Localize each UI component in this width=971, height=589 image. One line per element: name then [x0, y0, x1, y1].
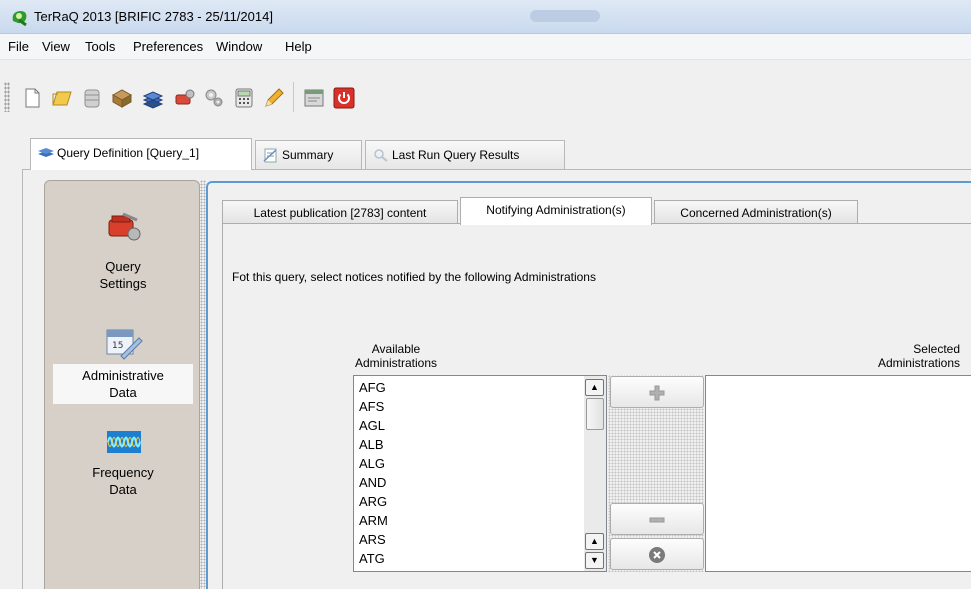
terraq-logo-icon	[12, 11, 27, 26]
selected-header: Selected Administrations	[820, 342, 960, 370]
list-item[interactable]: ATG	[359, 550, 385, 567]
remove-button[interactable]	[610, 503, 704, 535]
toolbar-separator	[293, 82, 294, 112]
nav-query-settings[interactable]: Query Settings	[45, 258, 201, 292]
subtab-notifying-administrations-label: Notifying Administration(s)	[486, 203, 626, 217]
open-folder-icon[interactable]	[50, 86, 74, 110]
nav-administrative-data-line1: Administrative	[82, 368, 164, 383]
scroll-up-button[interactable]: ▲	[585, 533, 604, 550]
subtab-concerned-administrations[interactable]: Concerned Administration(s)	[654, 200, 858, 224]
list-item[interactable]: ARM	[359, 512, 388, 529]
list-item[interactable]: AFS	[359, 398, 384, 415]
nav-query-settings-line1: Query	[105, 259, 141, 274]
calendar-icon[interactable]: 15	[103, 324, 143, 362]
subtab-latest-publication-label: Latest publication [2783] content	[253, 206, 427, 220]
package-icon[interactable]	[110, 86, 134, 110]
toolbar-grip[interactable]	[4, 82, 10, 112]
window-title: TerRaQ 2013 [BRIFIC 2783 - 25/11/2014]	[34, 9, 273, 24]
available-list-scrollbar[interactable]: ▲ ▲ ▼	[584, 376, 606, 571]
nav-query-settings-line2: Settings	[99, 276, 147, 291]
title-blurred-region	[530, 10, 600, 22]
nav-administrative-data[interactable]: Administrative Data	[45, 367, 201, 401]
nav-frequency-data-line2: Data	[109, 482, 137, 497]
tab-summary-label: Summary	[282, 148, 334, 162]
add-button[interactable]	[610, 376, 704, 408]
query-stack-icon[interactable]	[141, 86, 165, 110]
scrollbar-thumb[interactable]	[586, 398, 604, 430]
list-item[interactable]: ARG	[359, 493, 387, 510]
list-item[interactable]: AGL	[359, 417, 385, 434]
window-icon[interactable]	[302, 86, 326, 110]
list-item[interactable]: ALG	[359, 455, 385, 472]
search-icon	[374, 149, 388, 162]
tab-summary[interactable]: Summary	[255, 140, 362, 170]
tab-query-definition-label: Query Definition [Query_1]	[57, 146, 200, 160]
summary-icon	[263, 148, 277, 163]
toolbox-icon[interactable]	[103, 206, 145, 246]
selected-header-line2: Administrations	[877, 356, 960, 370]
subtab-latest-publication[interactable]: Latest publication [2783] content	[222, 200, 458, 224]
menu-file[interactable]: File	[8, 39, 29, 54]
clear-button[interactable]	[610, 538, 704, 570]
list-item[interactable]: ALB	[359, 436, 384, 453]
clear-icon	[649, 547, 665, 563]
nav-administrative-data-line2: Data	[109, 385, 137, 400]
instruction-text: Fot this query, select notices notified …	[232, 270, 596, 284]
tab-last-run-results[interactable]: Last Run Query Results	[365, 140, 565, 170]
menu-view[interactable]: View	[42, 39, 70, 54]
available-administrations-list[interactable]: AFG AFS AGL ALB ALG AND ARG ARM ARS ATG	[353, 375, 607, 572]
frequency-icon[interactable]	[107, 431, 141, 453]
nav-frequency-data[interactable]: Frequency Data	[45, 464, 201, 498]
database-icon[interactable]	[80, 86, 104, 110]
power-icon[interactable]	[332, 86, 356, 110]
menu-window[interactable]: Window	[216, 39, 262, 54]
available-header: Available Administrations	[340, 342, 452, 370]
available-header-line1: Available	[371, 342, 421, 356]
toolbar	[0, 60, 971, 134]
pencil-icon[interactable]	[262, 86, 286, 110]
scroll-up-button[interactable]: ▲	[585, 379, 604, 396]
menu-bar: File View Tools Preferences Window Help	[0, 34, 971, 60]
subtab-notifying-administrations[interactable]: Notifying Administration(s)	[460, 197, 652, 225]
list-item[interactable]: AFG	[359, 379, 386, 396]
nav-frequency-data-line1: Frequency	[92, 465, 154, 480]
menu-help[interactable]: Help	[285, 39, 312, 54]
available-header-line2: Administrations	[354, 356, 438, 370]
selected-administrations-list[interactable]	[705, 375, 971, 572]
minus-icon	[649, 517, 665, 523]
plus-icon	[649, 385, 665, 401]
scroll-down-button[interactable]: ▼	[585, 552, 604, 569]
selected-header-line1: Selected	[913, 342, 960, 356]
title-bar: TerRaQ 2013 [BRIFIC 2783 - 25/11/2014]	[0, 0, 971, 34]
gears-icon[interactable]	[202, 86, 226, 110]
tab-query-definition[interactable]: Query Definition [Query_1]	[30, 138, 252, 170]
calculator-icon[interactable]	[232, 86, 256, 110]
query-stack-icon	[38, 148, 54, 157]
new-file-icon[interactable]	[20, 86, 44, 110]
tab-last-run-results-label: Last Run Query Results	[392, 148, 520, 162]
list-item[interactable]: ARS	[359, 531, 386, 548]
menu-preferences[interactable]: Preferences	[133, 39, 203, 54]
subtab-concerned-administrations-label: Concerned Administration(s)	[680, 206, 832, 220]
left-navigation: Query Settings 15 Administrative Data Fr…	[44, 180, 200, 589]
svg-text:15: 15	[112, 341, 123, 351]
list-item[interactable]: AND	[359, 474, 386, 491]
menu-tools[interactable]: Tools	[85, 39, 115, 54]
settings-tool-icon[interactable]	[172, 86, 196, 110]
